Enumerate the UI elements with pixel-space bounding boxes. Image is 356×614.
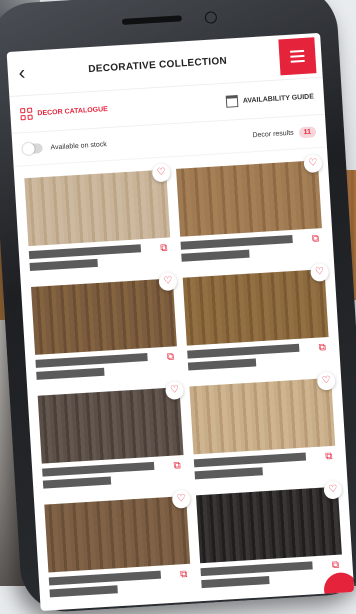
results-summary: Decor results 11 bbox=[252, 125, 317, 141]
phone-camera bbox=[204, 11, 218, 24]
decor-swatch[interactable]: ♡ bbox=[24, 163, 171, 247]
decor-code-placeholder bbox=[49, 585, 119, 598]
results-count-badge: 11 bbox=[298, 125, 317, 138]
results-label: Decor results bbox=[252, 129, 294, 139]
decor-swatch[interactable]: ♡ bbox=[44, 489, 191, 573]
menu-icon-line bbox=[290, 54, 305, 58]
decor-code-placeholder bbox=[201, 576, 270, 589]
back-icon[interactable]: ‹ bbox=[7, 50, 38, 96]
tab-decor-catalogue[interactable]: DECOR CATALOGUE bbox=[20, 103, 109, 121]
decor-meta: ⧉ bbox=[28, 242, 172, 275]
decor-swatch[interactable]: ♡ bbox=[37, 380, 185, 464]
stock-toggle[interactable] bbox=[22, 143, 43, 155]
decor-meta: ⧉ bbox=[48, 569, 192, 602]
page-title: DECORATIVE COLLECTION bbox=[88, 55, 228, 75]
compare-icon[interactable]: ⧉ bbox=[157, 242, 172, 254]
grid-icon bbox=[20, 107, 33, 121]
book-icon bbox=[225, 95, 239, 108]
compare-icon[interactable]: ⧉ bbox=[170, 460, 185, 472]
decor-name-placeholder bbox=[28, 244, 141, 260]
decor-meta: ⧉ bbox=[200, 560, 343, 593]
app-screen: ‹ DECORATIVE COLLECTION DECOR CATALOGUE … bbox=[6, 32, 355, 612]
decor-name-placeholder bbox=[180, 234, 293, 250]
decor-swatch[interactable]: ♡ bbox=[196, 480, 343, 564]
heart-icon[interactable]: ♡ bbox=[303, 154, 323, 174]
decor-code-placeholder bbox=[29, 258, 99, 272]
tab-label: AVAILABILITY GUIDE bbox=[242, 92, 315, 105]
compare-icon[interactable]: ⧉ bbox=[315, 342, 330, 354]
decor-code-placeholder bbox=[36, 367, 105, 380]
decor-name-placeholder bbox=[35, 353, 148, 368]
decor-card[interactable]: ♡ ⧉ bbox=[176, 154, 324, 266]
decor-meta: ⧉ bbox=[180, 233, 324, 266]
stock-toggle-label: Available on stock bbox=[50, 140, 107, 152]
compare-icon[interactable]: ⧉ bbox=[308, 233, 323, 245]
decor-card[interactable]: ♡ ⧉ bbox=[24, 163, 172, 275]
decor-meta: ⧉ bbox=[35, 351, 178, 384]
decor-card[interactable]: ♡ ⧉ bbox=[189, 371, 337, 484]
decor-name-placeholder bbox=[187, 343, 300, 359]
decor-card[interactable]: ♡ ⧉ bbox=[37, 380, 186, 493]
decor-code-placeholder bbox=[194, 467, 264, 480]
decor-swatch[interactable]: ♡ bbox=[189, 371, 336, 455]
compare-icon[interactable]: ⧉ bbox=[177, 569, 192, 581]
compare-icon[interactable]: ⧉ bbox=[163, 351, 178, 363]
decor-code-placeholder bbox=[187, 358, 257, 371]
compare-icon[interactable]: ⧉ bbox=[328, 560, 343, 572]
heart-icon[interactable]: ♡ bbox=[171, 489, 191, 509]
decor-swatch[interactable]: ♡ bbox=[30, 272, 178, 355]
heart-icon[interactable]: ♡ bbox=[158, 272, 178, 292]
decor-swatch[interactable]: ♡ bbox=[182, 262, 330, 346]
decor-meta: ⧉ bbox=[42, 460, 185, 493]
heart-icon[interactable]: ♡ bbox=[316, 371, 336, 391]
menu-icon-line bbox=[290, 49, 305, 53]
heart-icon[interactable]: ♡ bbox=[323, 480, 343, 500]
decor-code-placeholder bbox=[42, 476, 112, 489]
decor-card[interactable]: ♡ ⧉ bbox=[196, 480, 344, 593]
heart-icon[interactable]: ♡ bbox=[151, 163, 171, 183]
decor-code-placeholder bbox=[181, 249, 250, 262]
tab-availability-guide[interactable]: AVAILABILITY GUIDE bbox=[225, 90, 315, 108]
decor-name-placeholder bbox=[200, 561, 313, 577]
decor-meta: ⧉ bbox=[193, 451, 337, 484]
decor-grid: ♡ ⧉ ♡ ⧉ ♡ ⧉ ♡ ⧉ ♡ ⧉ ♡ ⧉ ♡ ⧉ ♡ ⧉ bbox=[14, 148, 355, 611]
decor-card[interactable]: ♡ ⧉ bbox=[182, 262, 331, 375]
heart-icon[interactable]: ♡ bbox=[165, 380, 185, 400]
decor-meta: ⧉ bbox=[187, 342, 330, 375]
floating-action-button[interactable] bbox=[323, 571, 355, 608]
tab-label: DECOR CATALOGUE bbox=[37, 105, 109, 117]
decor-card[interactable]: ♡ ⧉ bbox=[30, 272, 179, 384]
menu-button[interactable] bbox=[278, 37, 317, 76]
decor-swatch[interactable]: ♡ bbox=[176, 154, 323, 237]
menu-icon-line bbox=[290, 59, 305, 63]
decor-name-placeholder bbox=[48, 570, 161, 586]
heart-icon[interactable]: ♡ bbox=[310, 262, 330, 282]
decor-name-placeholder bbox=[42, 461, 154, 477]
phone-speaker bbox=[121, 15, 183, 25]
compare-icon[interactable]: ⧉ bbox=[322, 451, 337, 463]
phone-device: ‹ DECORATIVE COLLECTION DECOR CATALOGUE … bbox=[0, 0, 356, 614]
decor-name-placeholder bbox=[193, 452, 306, 468]
